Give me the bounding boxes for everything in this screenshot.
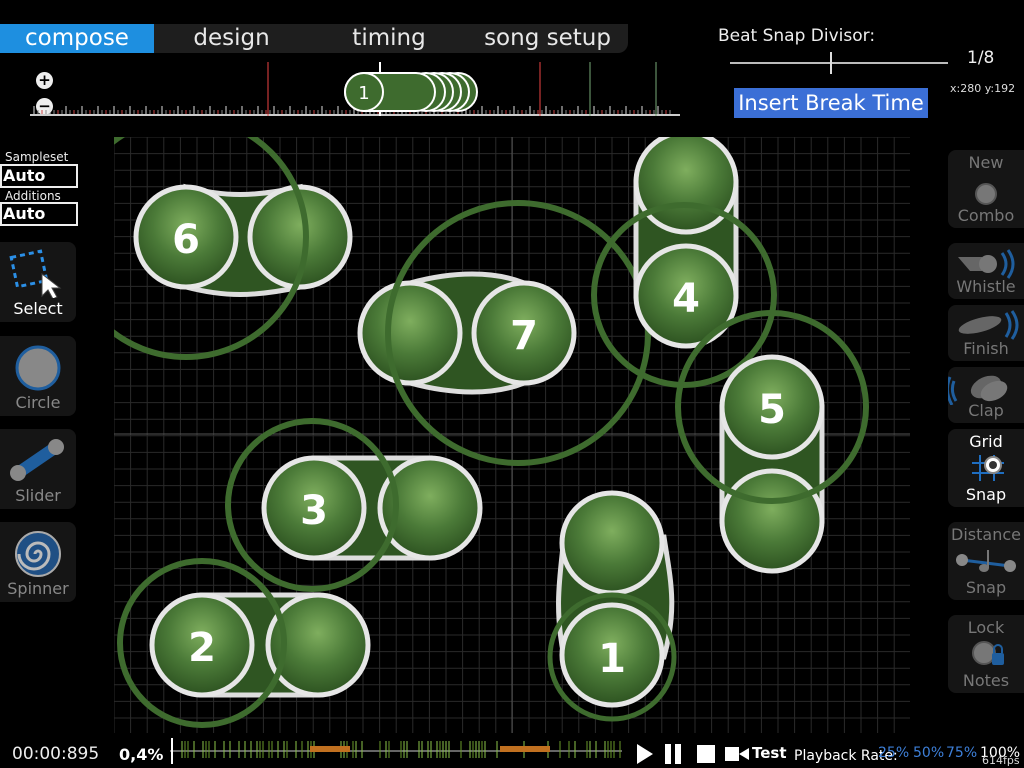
sampleset-label: Sampleset — [5, 150, 69, 164]
combo-number-5: 5 — [758, 387, 786, 433]
grid-snap-label-1: Grid — [969, 432, 1003, 451]
clap-label: Clap — [968, 401, 1004, 420]
finish-icon — [958, 310, 1019, 340]
whistle-icon — [958, 249, 1015, 279]
mode-tab-bar: compose design timing song setup — [0, 24, 628, 53]
grid-snap-toggle[interactable]: Grid Snap — [948, 429, 1024, 507]
playback-rate-50[interactable]: 50% — [913, 745, 944, 761]
hit-object-4[interactable]: 4 — [591, 137, 777, 388]
lock-icon — [972, 641, 1004, 665]
additions-select[interactable]: Auto — [0, 202, 78, 226]
combo-number-2: 2 — [188, 625, 216, 671]
cursor-coordinates: x:280 y:192 — [950, 82, 1016, 95]
stop-icon[interactable] — [697, 745, 715, 763]
whistle-label: Whistle — [956, 277, 1016, 296]
combo-number-7: 7 — [510, 313, 538, 359]
tab-song-setup[interactable]: song setup — [469, 24, 626, 53]
play-icon[interactable] — [637, 744, 653, 764]
spinner-icon — [15, 531, 61, 577]
tool-slider[interactable]: Slider — [0, 429, 76, 509]
playback-controls — [637, 744, 749, 764]
test-camera-icon[interactable] — [725, 747, 739, 761]
tool-spinner-label: Spinner — [7, 579, 69, 598]
beat-snap-slider[interactable] — [730, 62, 948, 64]
beat-snap-slider-knob[interactable] — [830, 52, 832, 74]
combo-number-1: 1 — [598, 636, 626, 682]
tool-spinner[interactable]: Spinner — [0, 522, 76, 602]
fps-counter: 614fps — [982, 754, 1020, 767]
distance-snap-label-1: Distance — [951, 525, 1021, 544]
current-time: 00:00:895 — [12, 744, 100, 764]
tool-circle-label: Circle — [15, 393, 61, 412]
finish-toggle[interactable]: Finish — [948, 305, 1024, 361]
circle-icon — [15, 345, 61, 391]
tool-select[interactable]: Select — [0, 242, 76, 322]
pause-icon[interactable] — [665, 744, 671, 764]
distance-snap-toggle[interactable]: Distance Snap — [948, 522, 1024, 600]
finish-label: Finish — [963, 339, 1009, 358]
new-combo-label-1: New — [968, 153, 1004, 172]
tab-timing[interactable]: timing — [309, 24, 469, 53]
song-timeline[interactable] — [170, 736, 622, 766]
timeline-track: 1 — [30, 62, 680, 116]
beat-snap-label: Beat Snap Divisor: — [718, 26, 876, 46]
tab-compose[interactable]: compose — [0, 24, 154, 53]
tool-slider-label: Slider — [15, 486, 61, 505]
song-progress-percent: 0,4% — [119, 745, 164, 764]
new-combo-toggle[interactable]: New Combo — [948, 150, 1024, 228]
test-button[interactable]: Test — [752, 744, 787, 762]
hit-object-3[interactable]: 3 — [225, 418, 483, 592]
select-icon — [9, 249, 62, 300]
lock-notes-toggle[interactable]: Lock Notes — [948, 615, 1024, 693]
timeline-combo-number: 1 — [358, 83, 369, 104]
new-combo-icon — [975, 183, 997, 205]
grid-snap-label-2: Snap — [965, 485, 1007, 504]
clap-toggle[interactable]: Clap — [948, 367, 1024, 423]
combo-number-3: 3 — [300, 488, 328, 534]
tool-select-label: Select — [13, 299, 63, 318]
new-combo-label-2: Combo — [957, 206, 1015, 225]
hit-object-5[interactable]: 5 — [675, 310, 869, 574]
combo-number-4: 4 — [672, 276, 700, 322]
beat-snap-value: 1/8 — [967, 48, 995, 68]
playback-rate-75[interactable]: 75% — [946, 745, 977, 761]
top-timeline[interactable]: + − 1 — [30, 62, 680, 118]
distance-snap-icon — [956, 550, 1016, 572]
tab-design[interactable]: design — [154, 24, 309, 53]
tool-circle[interactable]: Circle — [0, 336, 76, 416]
clap-icon — [948, 375, 1008, 405]
distance-snap-label-2: Snap — [965, 578, 1007, 597]
lock-notes-label-1: Lock — [967, 618, 1005, 637]
playback-rate-25[interactable]: 25% — [878, 745, 909, 761]
insert-break-time-button[interactable]: Insert Break Time — [734, 88, 928, 118]
slider-icon — [10, 439, 64, 481]
editor-playfield[interactable]: 6 7 4 5 3 2 1 — [114, 137, 910, 733]
additions-label: Additions — [5, 189, 61, 203]
whistle-toggle[interactable]: Whistle — [948, 243, 1024, 299]
lock-notes-label-2: Notes — [962, 671, 1010, 690]
grid-snap-icon — [972, 455, 1004, 481]
combo-number-6: 6 — [172, 217, 200, 263]
sampleset-select[interactable]: Auto — [0, 164, 78, 188]
